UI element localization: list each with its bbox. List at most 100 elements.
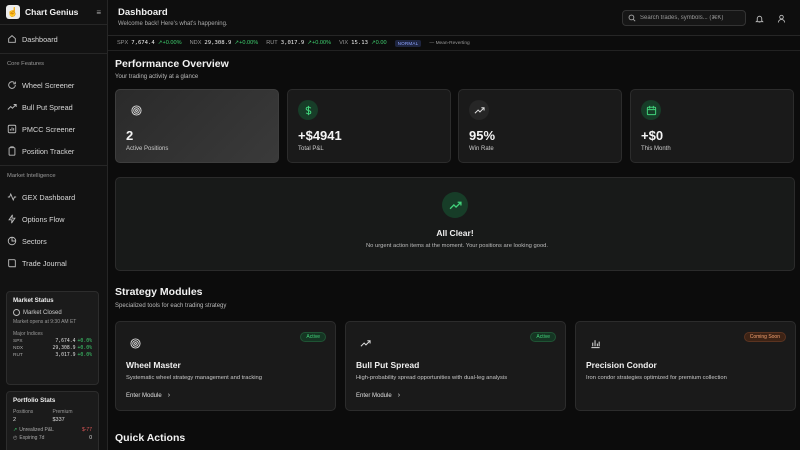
unrealized-label: Unrealized P&L (19, 427, 54, 433)
target-icon (126, 100, 146, 120)
stat-card-win-rate[interactable]: 95% Win Rate (458, 89, 622, 163)
calendar-icon (641, 100, 661, 120)
search-box[interactable] (622, 10, 746, 26)
regime-badge: NORMAL (394, 39, 422, 47)
sidebar: ☝ Chart Genius ≡ Dashboard Core Features… (0, 0, 108, 450)
all-clear-title: All Clear! (436, 228, 474, 238)
ticker-item: RUT 3,017.9 ↗+0.00% (266, 40, 331, 46)
enter-module-link[interactable]: Enter Module › (126, 392, 170, 399)
trending-up-icon (7, 102, 17, 112)
portfolio-stats-title: Portfolio Stats (13, 397, 56, 404)
ticker-value: 7,674.4 (131, 40, 155, 46)
module-card-precision-condor[interactable]: Coming Soon Precision Condor Iron condor… (575, 321, 796, 411)
premium-value: $337 (52, 417, 65, 423)
sidebar-item-label: Options Flow (22, 214, 65, 224)
stat-card-active-positions[interactable]: 2 Active Positions (115, 89, 279, 163)
notifications-button[interactable] (753, 12, 765, 24)
refresh-icon (7, 80, 17, 90)
search-input[interactable] (640, 15, 745, 21)
all-clear-message: No urgent action items at the moment. Yo… (365, 243, 549, 249)
brand: ☝ Chart Genius ≡ (0, 0, 107, 25)
major-indices-label: Major Indices (13, 331, 43, 337)
home-icon (7, 34, 17, 44)
sidebar-item-position-tracker[interactable]: Position Tracker (0, 140, 107, 162)
ticker-value: 3,017.9 (280, 40, 305, 46)
ticker-change-value: 0.00 (375, 40, 387, 46)
index-change: +0.0% (77, 339, 92, 344)
module-description: High-probability spread opportunities wi… (356, 375, 508, 381)
stat-card-total-pnl[interactable]: +$4941 Total P&L (287, 89, 451, 163)
module-description: Iron condor strategies optimized for pre… (586, 375, 727, 381)
strategy-subtitle: Specialized tools for each trading strat… (115, 303, 227, 309)
ticker-change: ↗+0.00% (307, 40, 332, 46)
divider (0, 53, 107, 54)
market-status-card: Market Status Market Closed Market opens… (6, 291, 99, 385)
sidebar-item-label: Trade Journal (22, 258, 67, 268)
index-row: SPX 7,674.4 +0.0% (13, 339, 92, 344)
ticker-item: NDX 29,308.9 ↗+0.00% (190, 40, 259, 46)
index-value: 29,308.9 (52, 346, 76, 351)
stat-card-this-month[interactable]: +$0 This Month (630, 89, 794, 163)
expiring-row: ◴ Expiring 7d 0 (13, 435, 92, 441)
sidebar-item-pmcc-screener[interactable]: PMCC Screener (0, 118, 107, 140)
portfolio-grid: Positions Premium 2 $337 (13, 409, 92, 423)
sidebar-item-trade-journal[interactable]: Trade Journal (0, 252, 107, 274)
sidebar-item-dashboard[interactable]: Dashboard (0, 28, 107, 50)
stat-label: This Month (641, 146, 671, 152)
market-opens-text: Market opens at 9:30 AM ET (13, 319, 77, 325)
index-row: RUT 3,017.9 +0.0% (13, 353, 92, 358)
module-title: Bull Put Spread (356, 360, 420, 370)
pie-icon (7, 236, 17, 246)
book-icon (7, 258, 17, 268)
sidebar-item-wheel-screener[interactable]: Wheel Screener (0, 74, 107, 96)
user-menu-button[interactable] (775, 12, 787, 24)
stat-label: Total P&L (298, 146, 324, 152)
ticker-change: ↗+0.00% (234, 40, 259, 46)
stat-value: +$4941 (298, 128, 342, 143)
all-clear-panel: All Clear! No urgent action items at the… (115, 177, 795, 271)
module-card-wheel-master[interactable]: Active Wheel Master Systematic wheel str… (115, 321, 336, 411)
ticker-change: ↗+0.00% (157, 40, 182, 46)
user-icon (777, 14, 785, 23)
activity-icon (7, 192, 17, 202)
ticker-name: NDX (189, 40, 202, 46)
trending-up-icon: ↗ (13, 427, 18, 433)
enter-module-label: Enter Module (126, 392, 162, 399)
ticker-change-value: +0.00% (311, 40, 332, 46)
enter-module-link[interactable]: Enter Module › (356, 392, 400, 399)
module-card-bull-put-spread[interactable]: Active Bull Put Spread High-probability … (345, 321, 566, 411)
app-logo[interactable]: ☝ (6, 5, 20, 19)
section-label-market: Market Intelligence (7, 173, 56, 179)
market-status-title: Market Status (13, 297, 54, 304)
performance-subtitle: Your trading activity at a glance (115, 74, 199, 80)
page-title: Dashboard (118, 7, 168, 18)
sidebar-item-sectors[interactable]: Sectors (0, 230, 107, 252)
sidebar-item-bull-put-spread[interactable]: Bull Put Spread (0, 96, 107, 118)
main-content: Performance Overview Your trading activi… (108, 51, 800, 450)
bell-icon (754, 15, 764, 23)
index-name: RUT (13, 353, 23, 358)
sidebar-item-gex-dashboard[interactable]: GEX Dashboard (0, 186, 107, 208)
trending-up-icon (469, 100, 489, 120)
ticker-name: SPX (117, 40, 129, 46)
sidebar-item-label: Bull Put Spread (22, 102, 73, 112)
ticker-change: ↗0.00 (370, 40, 387, 46)
sidebar-item-options-flow[interactable]: Options Flow (0, 208, 107, 230)
enter-module-label: Enter Module (356, 392, 392, 399)
chart-square-icon (7, 124, 17, 134)
sidebar-item-label: Position Tracker (22, 146, 75, 156)
status-badge: Coming Soon (743, 332, 786, 342)
clock-icon (13, 309, 20, 316)
ticker-name: RUT (266, 40, 278, 46)
positions-label: Positions (13, 409, 34, 415)
stat-value: +$0 (641, 128, 664, 143)
sidebar-toggle-icon[interactable]: ≡ (96, 8, 101, 17)
ticker-value: 29,308.9 (204, 40, 232, 46)
index-row: NDX 29,308.9 +0.0% (13, 346, 92, 351)
bar-chart-icon (590, 336, 602, 349)
market-status-text: Market Closed (23, 309, 62, 316)
stat-label: Active Positions (126, 146, 169, 152)
regime-note-text: Mean-Reverting (435, 40, 470, 46)
chevron-right-icon: › (167, 392, 171, 399)
module-description: Systematic wheel strategy management and… (126, 375, 262, 381)
